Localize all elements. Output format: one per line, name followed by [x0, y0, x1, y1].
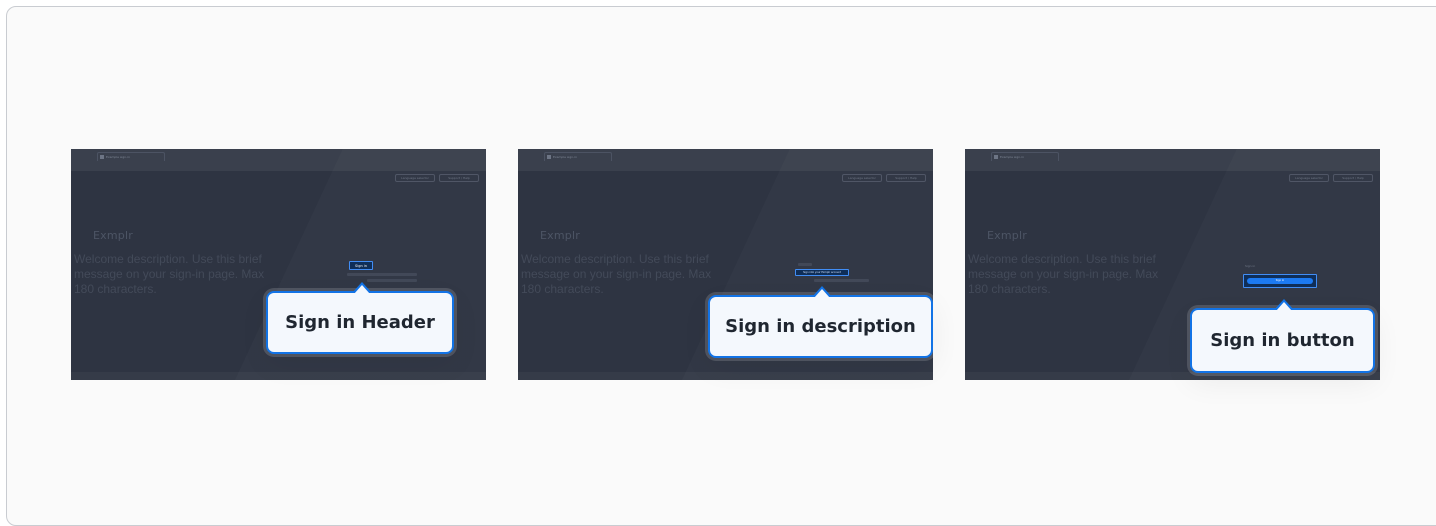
language-button[interactable]: Language selector: [842, 174, 882, 182]
brand-logo: Exmplr: [987, 229, 1027, 242]
favicon-icon: [547, 155, 551, 159]
callout-label: Sign in description: [725, 316, 916, 337]
browser-tab-title: Example sign-in: [106, 155, 130, 159]
help-button[interactable]: Support / Help: [439, 174, 479, 182]
browser-tab-title: Example sign-in: [553, 155, 577, 159]
welcome-description: Welcome description. Use this brief mess…: [521, 252, 712, 296]
signin-button-placeholder: [367, 279, 417, 282]
callout-pointer: [1274, 299, 1294, 311]
callout-pointer: [812, 286, 832, 298]
callout-pointer: [352, 282, 372, 294]
callout-signin-header: Sign in Header: [266, 282, 454, 354]
welcome-description: Welcome description. Use this brief mess…: [968, 252, 1159, 296]
signin-button[interactable]: Sign in: [1247, 278, 1313, 284]
callout-signin-button: Sign in button: [1190, 299, 1375, 373]
callout-label: Sign in Header: [285, 312, 435, 333]
callout-label: Sign in button: [1210, 330, 1355, 351]
browser-bar: Example sign-in: [965, 149, 1380, 171]
footer-bar: [518, 372, 933, 380]
language-button[interactable]: Language selector: [395, 174, 435, 182]
brand-logo: Exmplr: [540, 229, 580, 242]
browser-tab[interactable]: Example sign-in: [991, 152, 1059, 161]
favicon-icon: [100, 155, 104, 159]
signin-header-small: Sign in: [1245, 264, 1256, 268]
browser-bar: Example sign-in: [71, 149, 486, 171]
browser-tab-title: Example sign-in: [1000, 155, 1024, 159]
help-button[interactable]: Support / Help: [886, 174, 926, 182]
callout-signin-description: Sign in description: [708, 286, 933, 358]
brand-logo: Exmplr: [93, 229, 133, 242]
language-button[interactable]: Language selector: [1289, 174, 1329, 182]
browser-tab[interactable]: Example sign-in: [544, 152, 612, 161]
signin-button-placeholder: [814, 279, 869, 282]
browser-tab[interactable]: Example sign-in: [97, 152, 165, 161]
signin-description-placeholder: [347, 273, 417, 276]
browser-bar: Example sign-in: [518, 149, 933, 171]
welcome-description: Welcome description. Use this brief mess…: [74, 252, 265, 296]
help-button[interactable]: Support / Help: [1333, 174, 1373, 182]
footer-bar: [965, 372, 1380, 380]
signin-button-highlight: Sign in: [1243, 274, 1317, 288]
footer-bar: [71, 372, 486, 380]
favicon-icon: [994, 155, 998, 159]
signin-header-highlight: Sign in: [349, 261, 373, 270]
signin-description-highlight: Sign into your Exmplr account: [795, 269, 849, 276]
signin-header-placeholder: [798, 263, 812, 266]
